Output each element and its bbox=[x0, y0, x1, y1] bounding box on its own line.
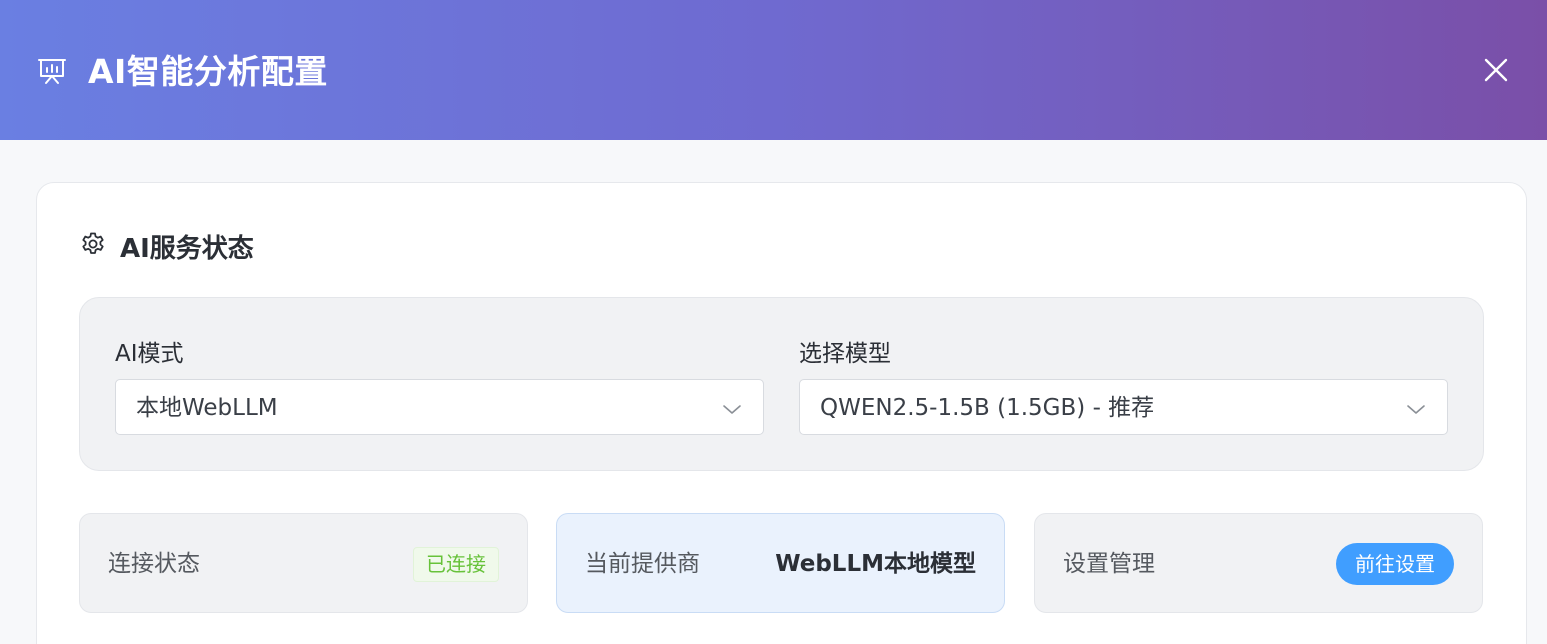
chevron-down-icon bbox=[721, 398, 743, 420]
connection-status-label: 连接状态 bbox=[108, 551, 200, 577]
close-icon[interactable] bbox=[1478, 52, 1514, 88]
settings-card: 设置管理 前往设置 bbox=[1034, 513, 1483, 613]
status-badge: 已连接 bbox=[413, 547, 499, 582]
connection-status-card: 连接状态 已连接 bbox=[79, 513, 528, 613]
ai-mode-label: AI模式 bbox=[115, 341, 184, 367]
settings-label: 设置管理 bbox=[1063, 551, 1155, 577]
dialog-header: AI智能分析配置 bbox=[0, 0, 1547, 140]
provider-value: WebLLM本地模型 bbox=[775, 551, 976, 577]
model-label: 选择模型 bbox=[799, 341, 891, 367]
go-to-settings-button[interactable]: 前往设置 bbox=[1336, 543, 1454, 585]
ai-config-dialog: AI智能分析配置 AI服务状态 AI模式 本地WebLLM 选择模型 QWEN2… bbox=[0, 0, 1547, 644]
section-title: AI服务状态 bbox=[120, 233, 254, 264]
provider-card: 当前提供商 WebLLM本地模型 bbox=[556, 513, 1005, 613]
service-status-header: AI服务状态 bbox=[80, 226, 254, 266]
model-value: QWEN2.5-1.5B (1.5GB) - 推荐 bbox=[820, 395, 1155, 421]
ai-mode-select[interactable]: 本地WebLLM bbox=[115, 379, 764, 435]
provider-label: 当前提供商 bbox=[585, 551, 700, 577]
presentation-board-icon bbox=[36, 55, 68, 87]
dialog-title: AI智能分析配置 bbox=[88, 52, 328, 91]
model-select[interactable]: QWEN2.5-1.5B (1.5GB) - 推荐 bbox=[799, 379, 1448, 435]
chevron-down-icon bbox=[1405, 398, 1427, 420]
ai-mode-value: 本地WebLLM bbox=[136, 395, 278, 421]
gear-icon bbox=[80, 231, 106, 261]
